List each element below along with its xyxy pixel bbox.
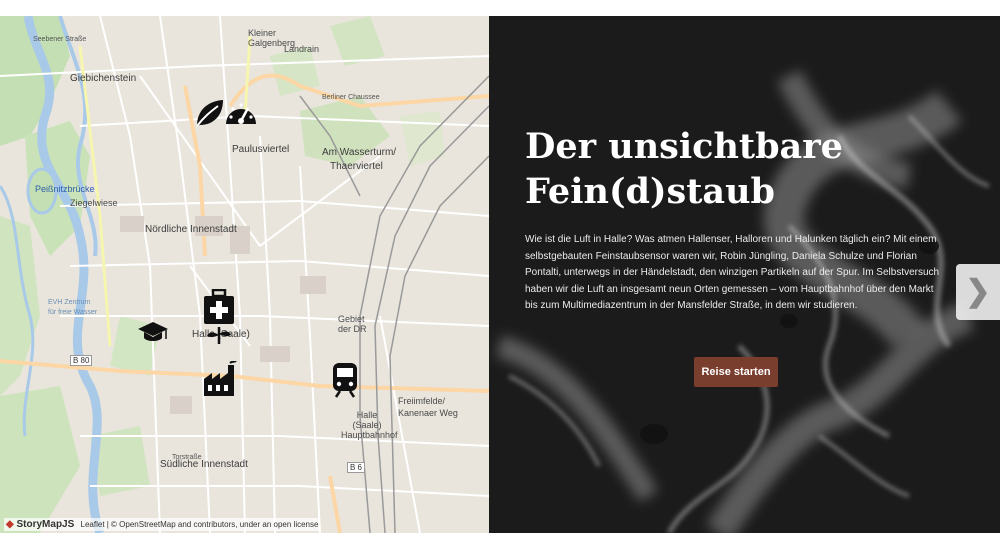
district-kanenaer-weg: Kanenaer Weg	[398, 408, 458, 418]
district-kleiner-galgenberg: Kleiner Galgenberg	[248, 28, 296, 48]
district-freiimfelde: Freiimfelde/	[398, 396, 446, 406]
open-license-link[interactable]: open license	[274, 520, 319, 529]
gauge-icon[interactable]	[224, 97, 258, 127]
district-noerdliche-innenstadt: Nördliche Innenstadt	[145, 224, 237, 235]
evh-label: EVH Zentrum für freie Wasser	[48, 299, 98, 316]
leaf-icon[interactable]	[192, 96, 226, 130]
map-attribution: ◆ StoryMapJS Leaflet | © OpenStreetMap a…	[4, 518, 321, 531]
slide-panel: Der unsichtbare Fein(d)staub Wie ist die…	[489, 16, 1000, 533]
storymap-frame: Giebichenstein Paulusviertel Am Wassertu…	[0, 16, 1000, 533]
road-b6: B 6	[347, 462, 366, 473]
street-torstrasse: Torstraße	[172, 454, 202, 461]
graduation-cap-icon[interactable]	[137, 320, 169, 344]
district-paulusviertel: Paulusviertel	[232, 144, 290, 155]
next-slide-button[interactable]: ❯	[956, 264, 1000, 320]
road-b80: B 80	[70, 355, 93, 366]
medical-kit-icon[interactable]	[202, 289, 236, 345]
district-giebichenstein: Giebichenstein	[70, 73, 137, 84]
slide-body-text: Wie ist die Luft in Halle? Was atmen Hal…	[525, 234, 940, 311]
storymapjs-logo[interactable]: ◆ StoryMapJS	[6, 519, 74, 530]
street-berliner-chaussee: Berliner Chaussee	[322, 94, 380, 101]
station-hauptbahnhof-label: Halle (Saale) Hauptbahnhof	[341, 410, 398, 440]
chevron-right-icon: ❯	[965, 275, 991, 308]
district-thaerviertel: Thaerviertel	[330, 161, 383, 172]
factory-icon[interactable]	[202, 361, 240, 397]
street-seebener-strasse: Seebener Straße	[33, 36, 87, 43]
district-gebiet-der-dr: Gebiet der DR	[338, 314, 367, 334]
train-icon[interactable]	[330, 362, 360, 398]
street-ziegelwiese: Ziegelwiese	[70, 198, 118, 208]
map-base	[0, 16, 489, 533]
start-journey-button[interactable]: Reise starten	[694, 357, 778, 387]
slide-title: Der unsichtbare Fein(d)staub	[525, 126, 843, 212]
district-am-wasserturm: Am Wasserturm/	[322, 147, 397, 158]
map-view[interactable]: Giebichenstein Paulusviertel Am Wassertu…	[0, 16, 489, 533]
street-peissnitzbruecke: Peißnitzbrücke	[35, 184, 95, 194]
attribution-text: Leaflet | © OpenStreetMap and contributo…	[80, 520, 272, 529]
